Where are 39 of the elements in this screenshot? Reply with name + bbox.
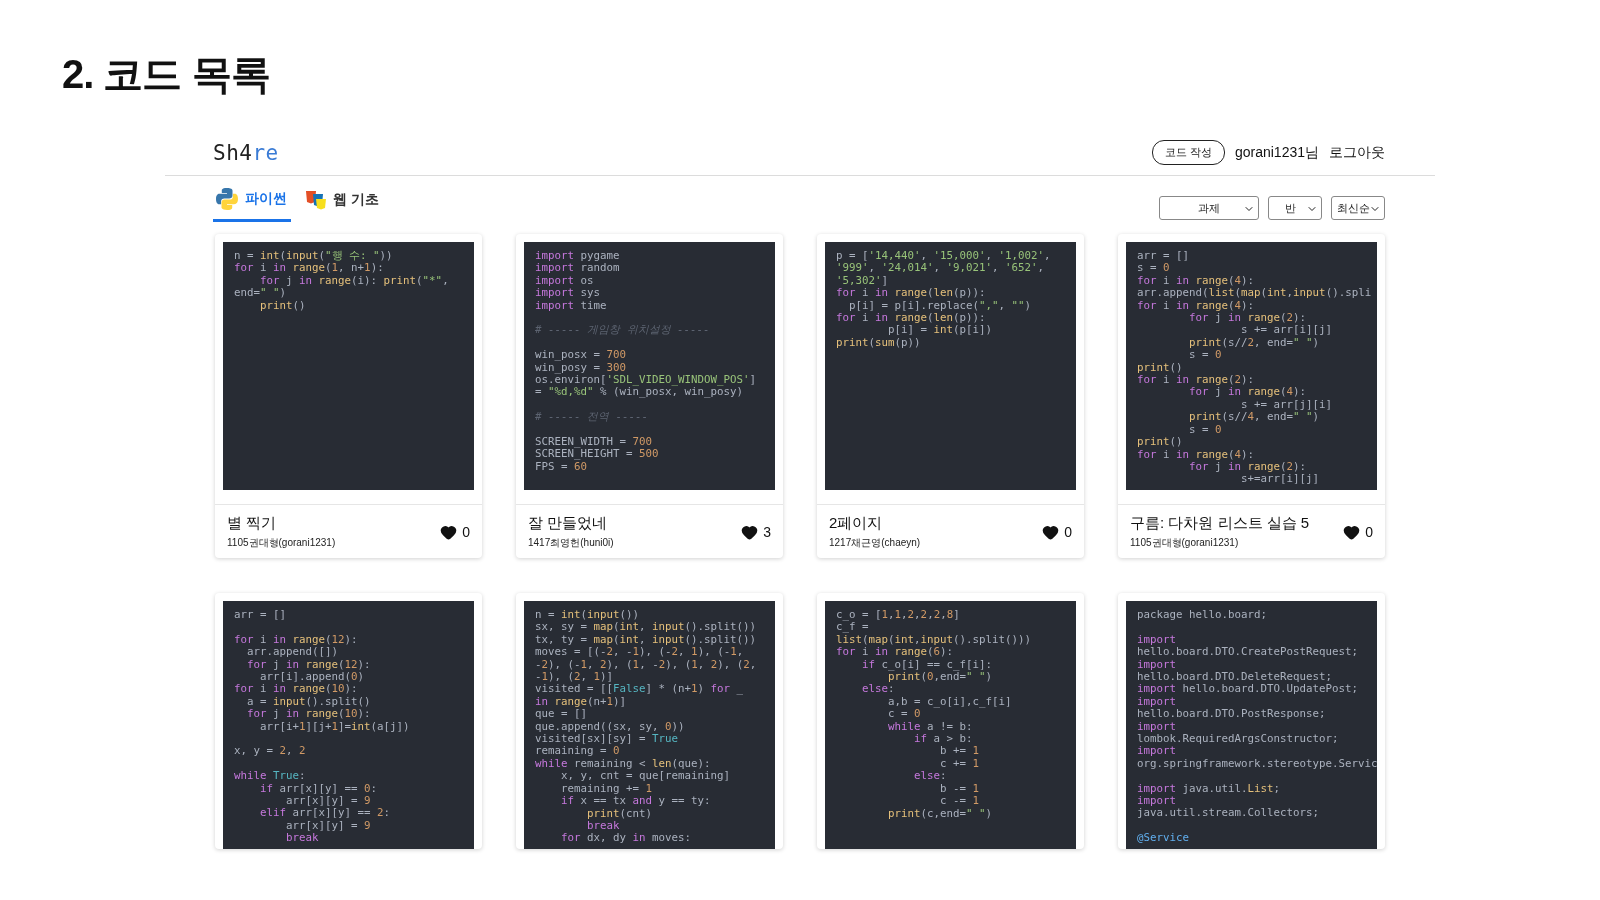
site-logo[interactable]: Sh4 re	[213, 140, 279, 165]
code-card[interactable]	[516, 234, 783, 558]
category-tab[interactable]: 파이썬	[213, 187, 291, 222]
code-snippet: c_o = [1,1,2,2,2,8] c_f = list(map(int,input().split())) for i in range(6): if c_o[i] == c_f[i]: print(0,end=" ") else: a,b = c_o[i],c_f[i] c = 0 while a != b: if a > b: b += 1 c += 1 else: b -= 1 c -= 1 print(c,end=" ")	[825, 601, 1076, 849]
heart-icon[interactable]	[1042, 523, 1060, 541]
card-title: 구름: 다차원 리스트 실습 5	[1130, 514, 1310, 533]
code-snippet: arr = [] for i in range(12): arr.append([]) for j in range(12): arr[i].append(0) for i in range(10): a = input().split() for j in range(10): arr[i+1][j+1]=int(a[j]) x, y = 2, 2 while True: if arr[x][y] == 0: arr[x][y] = 9 elif arr[x][y] == 2: arr[x][y] = 9 break	[223, 601, 474, 849]
filter-dropdown[interactable]: 최신순	[1331, 196, 1385, 220]
card-title: 2페이지	[829, 514, 884, 533]
category-tab[interactable]: 웹 기초	[303, 189, 383, 222]
heart-icon[interactable]	[440, 523, 458, 541]
shield-logo-icon	[305, 189, 327, 211]
write-code-button[interactable]: 코드 작성	[1151, 140, 1225, 165]
code-snippet: package hello.board; import hello.board.DTO.CreatePostRequest; import hello.board.DTO.DeleteRequest; import hello.board.DTO.UpdatePost; import hello.board.DTO.PostResponse; import lombok.RequiredArgsConstructor; import org.springframework.stereotype.Servic import java.util.List; import java.util.stream.Collectors; @Service	[1126, 601, 1377, 849]
card-author: 1105권대형(gorani1231)	[227, 536, 336, 550]
card-title: 별 찍기	[227, 514, 278, 533]
filter-dropdown[interactable]: 반	[1268, 196, 1322, 220]
code-card[interactable]	[817, 234, 1084, 558]
code-snippet: p = ['14,440', '15,000', '1,002', '999', '24,014', '9,021', '652', '5,302'] for i in range(len(p)): p[i] = p[i].replace(",", "") for i in range(len(p)): p[i] = int(p[i]) print(sum(p))	[825, 242, 1076, 490]
like-count: 0	[1365, 524, 1373, 540]
code-snippet: arr = [] s = 0 for i in range(4): arr.append(list(map(int,input().spli for i in range(4): for j in range(2): s += arr[i][j] print(s//2, end=" ") s = 0 print() for i in range(2): for j in range(4): s += arr[j][i] print(s//4, end=" ") s = 0 print() for i in range(4): for j in range(2): s+=arr[i][j]	[1126, 242, 1377, 490]
logout-link[interactable]: 로그아웃	[1329, 143, 1385, 162]
like-count: 0	[462, 524, 470, 540]
code-card[interactable]	[1118, 234, 1385, 558]
code-snippet: n = int(input()) sx, sy = map(int, input().split()) tx, ty = map(int, input().split()) moves = [(-2, -1), (-2, 1), (-1, -2), (-1, 2), (1, -2), (1, 2), (2, -1), (2, 1)] visited = [[False] * (n+1) for _ in range(n+1)] que = [] que.append((sx, sy, 0)) visited[sx][sy] = True remaining = 0 while remaining < len(que): x, y, cnt = que[remaining] remaining += 1 if x == tx and y == ty: print(cnt) break for dx, dy in moves:	[524, 601, 775, 849]
heart-icon[interactable]	[741, 523, 759, 541]
card-author: 1217채근영(chaeyn)	[829, 536, 921, 550]
code-snippet: n = int(input("행 수: ")) for i in range(1, n+1): for j in range(i): print("*", end=" ") print()	[223, 242, 474, 490]
user-name: gorani1231님	[1234, 143, 1319, 162]
card-author: 1417최영헌(huni0i)	[528, 536, 614, 550]
two-tone-logo-icon	[215, 187, 239, 211]
code-card[interactable]: n = int(input("행 수: ")) for i in range(1, n+1): for j in range(i): print("*", end=" ") print() 별 찍기 1105권대형(gorani1231) 0	[215, 234, 482, 558]
slide-title: 2. 코드 목록	[62, 51, 271, 98]
card-title: 잘 만들었네	[528, 514, 609, 533]
card-author: 1105권대형(gorani1231)	[1130, 536, 1240, 550]
filter-dropdown[interactable]: 과제	[1159, 196, 1259, 220]
heart-icon[interactable]	[1343, 523, 1361, 541]
like-count: 3	[763, 524, 771, 540]
like-count: 0	[1064, 524, 1072, 540]
